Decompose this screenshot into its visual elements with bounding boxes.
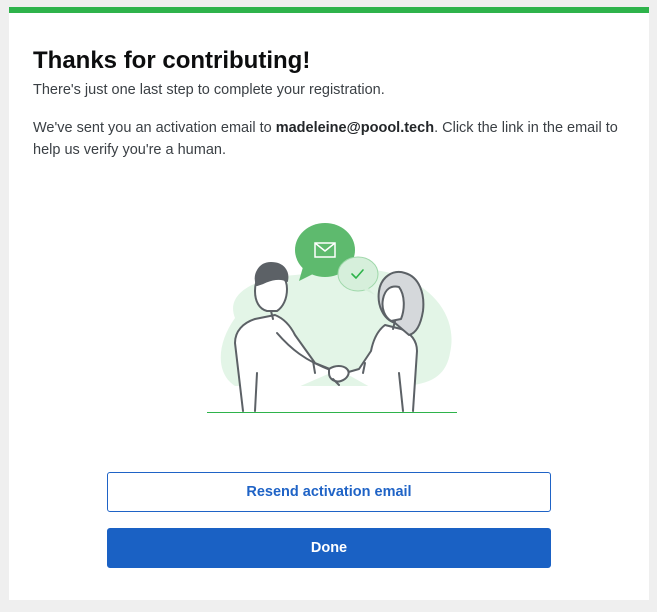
email-address: madeleine@poool.tech (275, 120, 435, 136)
activation-message: We've sent you an activation email to ma… (33, 117, 625, 161)
message-prefix: We've sent you an activation email to (33, 120, 276, 136)
handshake-illustration (207, 223, 457, 413)
dialog-subtitle: There's just one last step to complete y… (33, 82, 385, 98)
activation-dialog: Thanks for contributing! There's just on… (9, 7, 649, 600)
done-button[interactable]: Done (107, 528, 551, 568)
resend-activation-button[interactable]: Resend activation email (107, 472, 551, 512)
dialog-title: Thanks for contributing! (33, 47, 311, 74)
